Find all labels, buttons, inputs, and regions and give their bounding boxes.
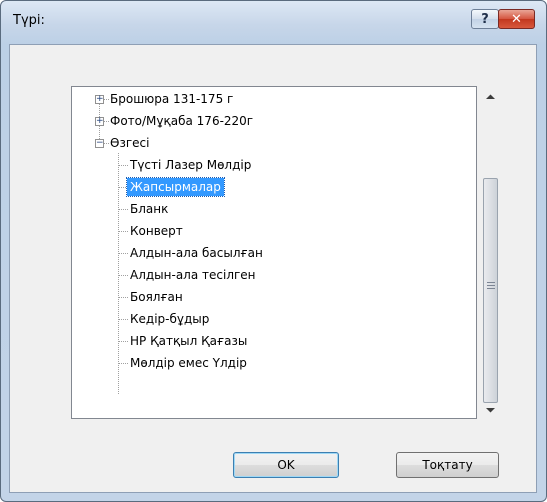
tree-item-label: Бланк [130, 202, 169, 216]
window-title: Түрі: [13, 13, 45, 28]
scroll-down-button[interactable] [482, 401, 499, 418]
tree-item-label: Кедір-бұдыр [130, 312, 210, 326]
tree-connector [119, 231, 128, 232]
tree-connector [104, 121, 109, 122]
tree-item-label: Брошюра 131-175 г [110, 92, 234, 106]
grip-line [487, 282, 495, 283]
tree-item-label-selected: Жапсырмалар [126, 177, 225, 197]
ok-button[interactable]: OK [233, 452, 339, 478]
expand-icon[interactable]: + [95, 117, 104, 126]
tree-item-label: HP Қатқыл Қағазы [130, 334, 248, 348]
tree-item-label: Алдын-ала тесілген [130, 268, 256, 282]
tree-connector [104, 143, 109, 144]
tree-item-label: Түсті Лазер Мөлдір [130, 158, 252, 172]
tree-connector [119, 275, 128, 276]
title-bar[interactable]: Түрі: ? ✕ [1, 1, 546, 45]
tree-item-label: Мөлдір емес Үлдір [130, 356, 247, 370]
tree-connector [118, 153, 119, 394]
tree-item-label: Фото/Мұқаба 176-220г [110, 114, 254, 128]
tree-item-label: Боялған [130, 290, 183, 304]
help-button[interactable]: ? [471, 9, 499, 29]
arrow-up-icon [486, 94, 495, 99]
collapse-icon[interactable]: − [95, 139, 104, 148]
paper-type-tree[interactable]: + Брошюра 131-175 г + Фото/Мұқаба 176-22… [71, 86, 477, 419]
tree-connector [119, 253, 128, 254]
arrow-down-icon [486, 407, 495, 412]
tree-connector [104, 99, 109, 100]
scroll-thumb[interactable] [483, 178, 498, 403]
tree-item-label: Өзгесі [110, 136, 150, 150]
tree-connector [119, 297, 128, 298]
tree-connector [119, 187, 126, 188]
grip-line [487, 285, 495, 286]
tree-connector [119, 341, 128, 342]
tree-connector [119, 165, 128, 166]
scroll-up-button[interactable] [482, 88, 499, 105]
cancel-button[interactable]: Тоқтату [396, 452, 499, 478]
grip-line [487, 288, 495, 289]
close-icon: ✕ [511, 11, 522, 27]
tree-item-label: Алдын-ала басылған [130, 246, 263, 260]
help-icon: ? [481, 11, 489, 27]
tree-connector [119, 319, 128, 320]
tree-item-label: Конверт [130, 224, 183, 238]
tree-scrollbar[interactable] [482, 88, 499, 418]
tree-connector [119, 209, 128, 210]
expand-icon[interactable]: + [95, 95, 104, 104]
tree-connector [119, 363, 128, 364]
close-button[interactable]: ✕ [498, 9, 535, 29]
